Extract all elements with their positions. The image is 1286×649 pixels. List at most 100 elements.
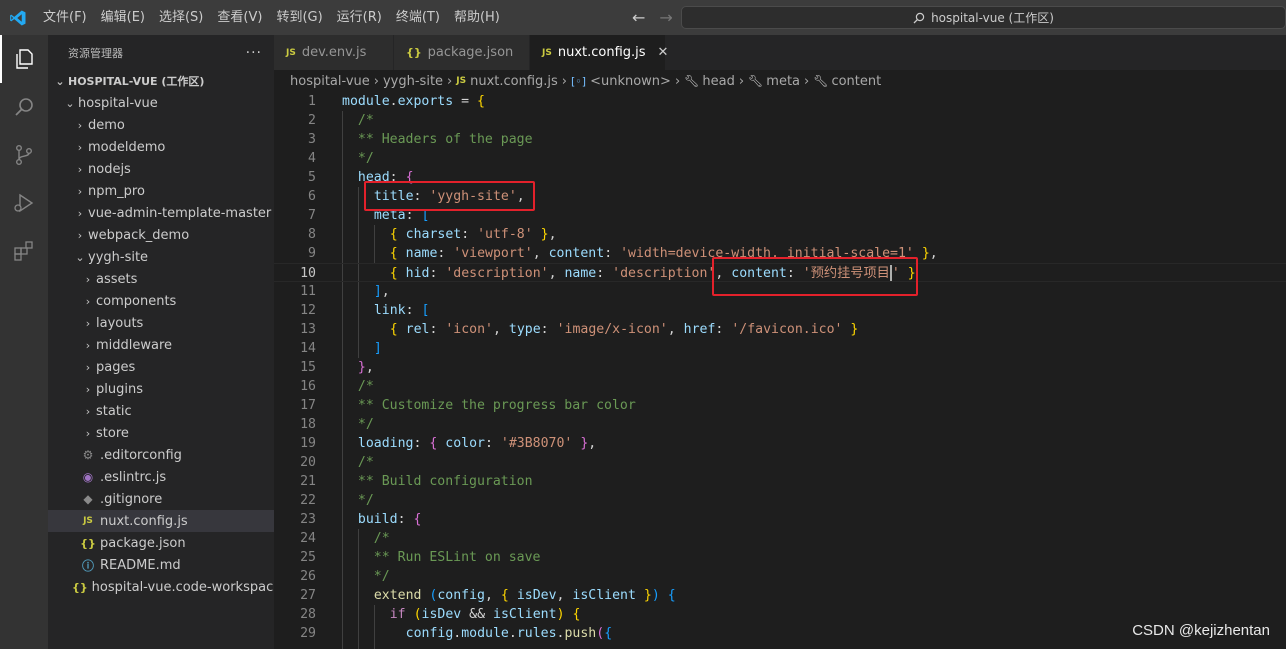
eslint-icon: ◉ xyxy=(82,470,94,484)
close-icon[interactable]: ✕ xyxy=(658,45,669,60)
folder-assets[interactable]: › assets xyxy=(48,268,274,290)
code-line[interactable]: 4 */ xyxy=(274,149,1286,168)
line-number: 4 xyxy=(308,151,316,166)
editor-tabs: JS dev.env.js {} package.json JS nuxt.co… xyxy=(274,35,1286,70)
breadcrumb-item[interactable]: meta xyxy=(766,74,800,89)
file-workspace[interactable]: {} hospital-vue.code-workspace xyxy=(48,576,281,598)
chevron-right-icon: › xyxy=(77,118,83,132)
tab-package-json[interactable]: {} package.json xyxy=(394,35,530,70)
code-line[interactable]: 25 ** Run ESLint on save xyxy=(274,548,1286,567)
menu-selection[interactable]: 选择(S) xyxy=(152,0,210,35)
folder-layouts[interactable]: › layouts xyxy=(48,312,274,334)
folder-pages[interactable]: › pages xyxy=(48,356,274,378)
menu-help[interactable]: 帮助(H) xyxy=(447,0,507,35)
file-nuxt-config[interactable]: JS nuxt.config.js xyxy=(48,510,274,532)
breadcrumb: hospital-vue › yygh-site › JS nuxt.confi… xyxy=(274,70,1286,92)
breadcrumb-item[interactable]: <unknown> xyxy=(590,74,671,89)
code-text: build: { xyxy=(357,512,422,527)
menu-view[interactable]: 查看(V) xyxy=(210,0,269,35)
line-number: 26 xyxy=(300,569,316,584)
file-package-json[interactable]: {} package.json xyxy=(48,532,274,554)
code-line[interactable]: 26 */ xyxy=(274,567,1286,586)
file-readme[interactable]: ⓘ README.md xyxy=(48,554,274,576)
extensions-icon[interactable] xyxy=(0,227,48,275)
breadcrumb-item[interactable]: nuxt.config.js xyxy=(470,74,558,89)
folder-hospital-vue[interactable]: ⌄ hospital-vue xyxy=(48,92,274,114)
tab-nuxt-config[interactable]: JS nuxt.config.js ✕ xyxy=(530,35,669,70)
folder-yygh-site[interactable]: ⌄ yygh-site xyxy=(48,246,274,268)
breadcrumb-item[interactable]: content xyxy=(831,74,881,89)
forward-arrow-icon[interactable]: → xyxy=(659,8,672,27)
folder-nodejs[interactable]: › nodejs xyxy=(48,158,274,180)
menu-file[interactable]: 文件(F) xyxy=(36,0,94,35)
chevron-right-icon: › xyxy=(85,294,91,308)
folder-webpack-demo[interactable]: › webpack_demo xyxy=(48,224,274,246)
command-center-search[interactable]: hospital-vue (工作区) xyxy=(681,6,1286,29)
code-line[interactable]: 13 { rel: 'icon', type: 'image/x-icon', … xyxy=(274,320,1286,339)
code-line[interactable]: 12 link: [ xyxy=(274,301,1286,320)
folder-modeldemo[interactable]: › modeldemo xyxy=(48,136,274,158)
tab-dev-env[interactable]: JS dev.env.js xyxy=(274,35,394,70)
folder-demo[interactable]: › demo xyxy=(48,114,274,136)
menu-go[interactable]: 转到(G) xyxy=(269,0,329,35)
folder-label: store xyxy=(96,425,129,441)
line-number: 1 xyxy=(308,94,316,109)
activity-bar xyxy=(0,35,48,649)
breadcrumb-item[interactable]: hospital-vue xyxy=(290,74,370,89)
folder-static[interactable]: › static xyxy=(48,400,274,422)
code-text: extend (config, { isDev, isClient }) { xyxy=(373,588,676,603)
folder-store[interactable]: › store xyxy=(48,422,274,444)
folder-middleware[interactable]: › middleware xyxy=(48,334,274,356)
code-line[interactable]: 27 extend (config, { isDev, isClient }) … xyxy=(274,586,1286,605)
code-line[interactable]: 2 /* xyxy=(274,111,1286,130)
code-line[interactable]: 24 /* xyxy=(274,529,1286,548)
line-number: 20 xyxy=(300,455,316,470)
chevron-right-icon: › xyxy=(447,73,453,89)
code-line[interactable]: 17 ** Customize the progress bar color xyxy=(274,396,1286,415)
back-arrow-icon[interactable]: ← xyxy=(632,8,645,27)
json-file-icon: {} xyxy=(80,536,96,550)
code-line[interactable]: 1 module.exports = { xyxy=(274,92,1286,111)
workspace-section[interactable]: ⌄ HOSPITAL-VUE (工作区) xyxy=(48,70,274,92)
code-text: ** Run ESLint on save xyxy=(342,550,541,565)
explorer-icon[interactable] xyxy=(0,35,48,83)
breadcrumb-item[interactable]: head xyxy=(702,74,734,89)
gear-icon: ⚙ xyxy=(82,448,94,462)
code-text: if (isDev && isClient) { xyxy=(389,607,581,622)
code-text: /* xyxy=(342,531,390,546)
code-line[interactable]: 15 }, xyxy=(274,358,1286,377)
code-line[interactable]: 18 */ xyxy=(274,415,1286,434)
file-editorconfig[interactable]: ⚙ .editorconfig xyxy=(48,444,274,466)
folder-vue-admin-template-master[interactable]: › vue-admin-template-master xyxy=(48,202,274,224)
file-eslintrc[interactable]: ◉ .eslintrc.js xyxy=(48,466,274,488)
code-text: { rel: 'icon', type: 'image/x-icon', hre… xyxy=(389,322,859,337)
code-line[interactable]: 19 loading: { color: '#3B8070' }, xyxy=(274,434,1286,453)
folder-npm-pro[interactable]: › npm_pro xyxy=(48,180,274,202)
code-line[interactable]: 16 /* xyxy=(274,377,1286,396)
code-editor[interactable]: 1 module.exports = {2 /* 3 ** Headers of t… xyxy=(274,92,1286,649)
folder-label: pages xyxy=(96,359,136,375)
code-line[interactable]: 8 { charset: 'utf-8' }, xyxy=(274,225,1286,244)
menu-run[interactable]: 运行(R) xyxy=(330,0,389,35)
code-line[interactable]: 3 ** Headers of the page xyxy=(274,130,1286,149)
code-line[interactable]: 14 ] xyxy=(274,339,1286,358)
chevron-down-icon: ⌄ xyxy=(75,250,85,264)
run-debug-icon[interactable] xyxy=(0,179,48,227)
line-number: 14 xyxy=(300,341,316,356)
file-gitignore[interactable]: ◆ .gitignore xyxy=(48,488,274,510)
chevron-right-icon: › xyxy=(77,228,83,242)
menu-edit[interactable]: 编辑(E) xyxy=(94,0,152,35)
more-actions-icon[interactable]: ··· xyxy=(246,45,262,61)
line-number: 2 xyxy=(308,113,316,128)
folder-components[interactable]: › components xyxy=(48,290,274,312)
code-line[interactable]: 21 ** Build configuration xyxy=(274,472,1286,491)
menu-terminal[interactable]: 终端(T) xyxy=(389,0,447,35)
code-line[interactable]: 23 build: { xyxy=(274,510,1286,529)
source-control-icon[interactable] xyxy=(0,131,48,179)
code-line[interactable]: 22 */ xyxy=(274,491,1286,510)
breadcrumb-item[interactable]: yygh-site xyxy=(383,74,443,89)
chevron-down-icon: ⌄ xyxy=(65,96,75,110)
search-icon[interactable] xyxy=(0,83,48,131)
folder-plugins[interactable]: › plugins xyxy=(48,378,274,400)
code-line[interactable]: 20 /* xyxy=(274,453,1286,472)
